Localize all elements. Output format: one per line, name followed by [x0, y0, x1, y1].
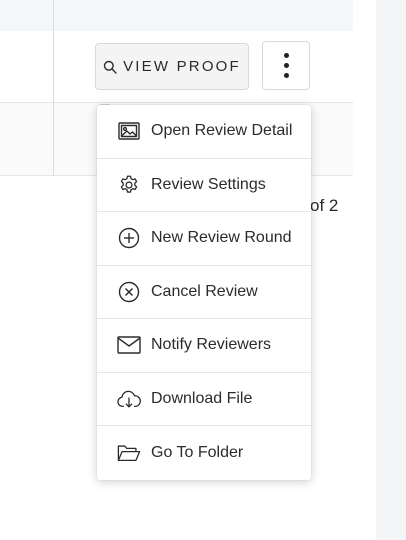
- side-panel-strip: [376, 0, 406, 540]
- more-options-button[interactable]: [262, 41, 310, 90]
- envelope-icon: [117, 333, 141, 357]
- menu-item-label: New Review Round: [151, 229, 292, 247]
- plus-circle-icon: [117, 226, 141, 250]
- x-circle-icon: [117, 280, 141, 304]
- menu-item-notify-reviewers[interactable]: Notify Reviewers: [97, 319, 311, 373]
- pagination-total: of 2: [310, 196, 339, 215]
- gear-icon: [117, 173, 141, 197]
- cloud-download-icon: [117, 387, 141, 411]
- kebab-dot: [283, 73, 289, 78]
- kebab-icon: [283, 53, 289, 58]
- menu-item-label: Download File: [151, 389, 253, 407]
- search-icon: [103, 60, 117, 74]
- column-divider: [53, 0, 54, 176]
- more-options-menu: Open Review Detail Review Settings New R…: [97, 105, 311, 480]
- kebab-dot: [283, 63, 289, 68]
- menu-item-label: Review Settings: [151, 175, 266, 193]
- menu-item-download-file[interactable]: Download File: [97, 373, 311, 426]
- menu-item-new-review-round[interactable]: New Review Round: [97, 212, 311, 266]
- menu-item-label: Cancel Review: [151, 282, 258, 300]
- menu-item-label: Go To Folder: [151, 443, 244, 461]
- image-icon: [117, 119, 141, 143]
- menu-item-label: Open Review Detail: [151, 122, 293, 140]
- menu-item-cancel-review[interactable]: Cancel Review: [97, 266, 311, 319]
- menu-item-review-settings[interactable]: Review Settings: [97, 159, 311, 212]
- view-proof-label: VIEW PROOF: [123, 58, 241, 75]
- menu-item-open-review-detail[interactable]: Open Review Detail: [97, 105, 311, 159]
- folder-open-icon: [117, 441, 141, 465]
- menu-item-label: Notify Reviewers: [151, 336, 272, 354]
- view-proof-button[interactable]: VIEW PROOF: [95, 43, 249, 90]
- menu-item-go-to-folder[interactable]: Go To Folder: [97, 426, 311, 480]
